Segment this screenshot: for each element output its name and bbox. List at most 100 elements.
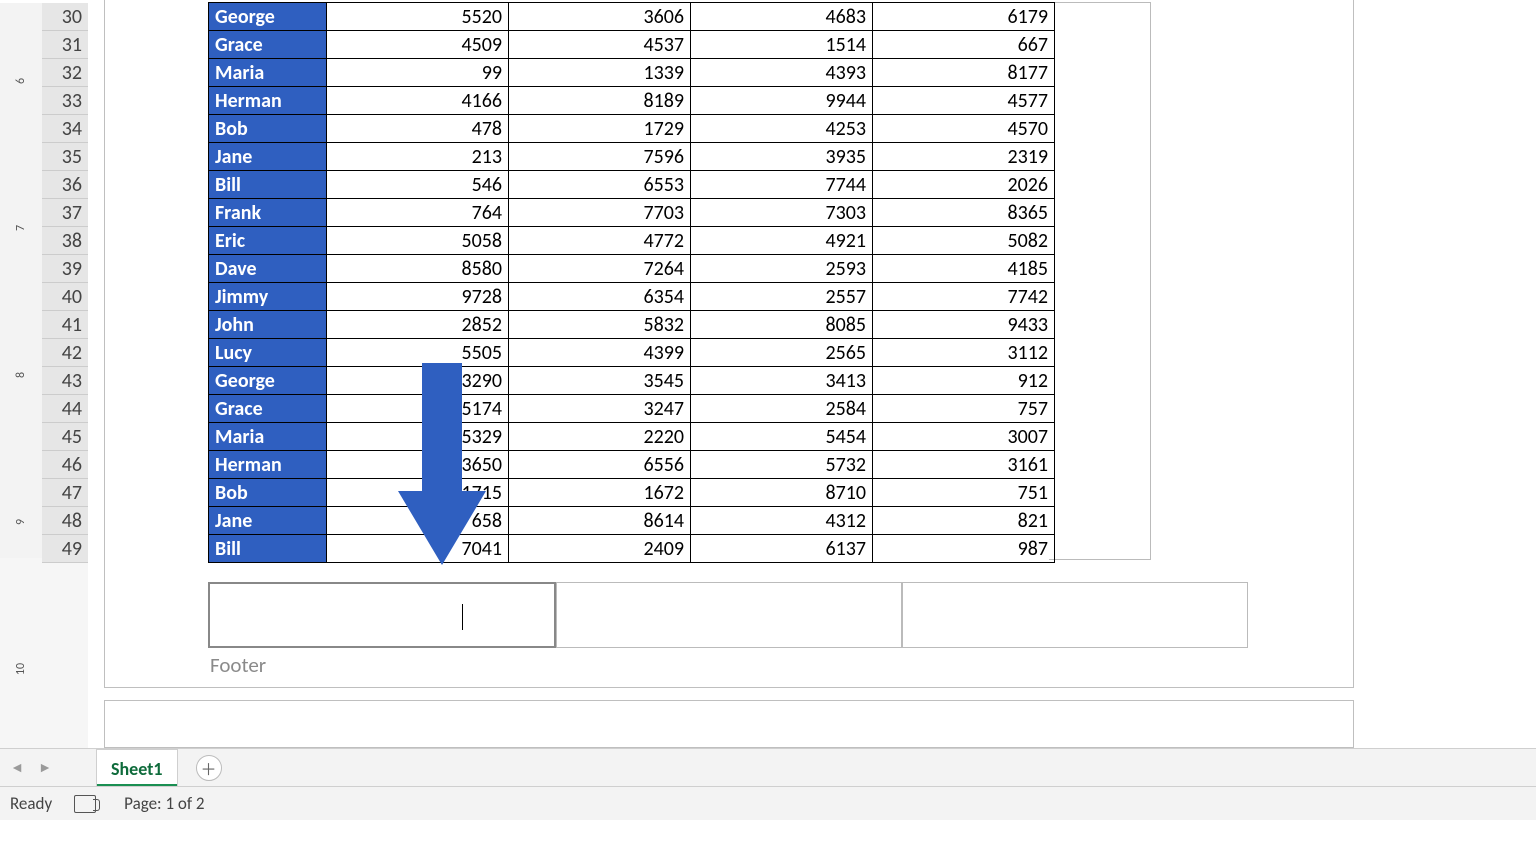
data-cell[interactable]: 5082 bbox=[873, 227, 1055, 255]
data-cell[interactable]: 2557 bbox=[691, 283, 873, 311]
data-cell[interactable]: 2409 bbox=[509, 535, 691, 563]
row-header[interactable]: 36 bbox=[42, 171, 88, 199]
name-cell[interactable]: Dave bbox=[209, 255, 327, 283]
table-row[interactable]: Lucy5505439925653112 bbox=[209, 339, 1055, 367]
data-cell[interactable]: 4185 bbox=[873, 255, 1055, 283]
table-row[interactable]: George5520360646836179 bbox=[209, 3, 1055, 31]
data-cell[interactable]: 7742 bbox=[873, 283, 1055, 311]
table-row[interactable]: Jane213759639352319 bbox=[209, 143, 1055, 171]
name-cell[interactable]: Maria bbox=[209, 59, 327, 87]
data-cell[interactable]: 3545 bbox=[509, 367, 691, 395]
table-row[interactable]: Maria5329222054543007 bbox=[209, 423, 1055, 451]
tab-nav-prev-button[interactable]: ◄ bbox=[6, 757, 28, 779]
table-row[interactable]: Jane65886144312821 bbox=[209, 507, 1055, 535]
row-header[interactable]: 40 bbox=[42, 283, 88, 311]
data-cell[interactable]: 7264 bbox=[509, 255, 691, 283]
data-cell[interactable]: 4577 bbox=[873, 87, 1055, 115]
data-cell[interactable]: 6354 bbox=[509, 283, 691, 311]
data-cell[interactable]: 658 bbox=[327, 507, 509, 535]
name-cell[interactable]: Bob bbox=[209, 115, 327, 143]
row-header[interactable]: 46 bbox=[42, 451, 88, 479]
data-cell[interactable]: 4537 bbox=[509, 31, 691, 59]
data-cell[interactable]: 4393 bbox=[691, 59, 873, 87]
footer-center-input[interactable] bbox=[556, 582, 902, 648]
data-cell[interactable]: 8365 bbox=[873, 199, 1055, 227]
add-sheet-button[interactable]: ＋ bbox=[196, 755, 222, 781]
data-cell[interactable]: 6137 bbox=[691, 535, 873, 563]
footer-left-input[interactable] bbox=[208, 582, 556, 648]
data-cell[interactable]: 5454 bbox=[691, 423, 873, 451]
row-header[interactable]: 41 bbox=[42, 311, 88, 339]
data-cell[interactable]: 5058 bbox=[327, 227, 509, 255]
row-header[interactable]: 45 bbox=[42, 423, 88, 451]
data-cell[interactable]: 6553 bbox=[509, 171, 691, 199]
data-cell[interactable]: 3650 bbox=[327, 451, 509, 479]
name-cell[interactable]: Herman bbox=[209, 87, 327, 115]
data-cell[interactable]: 5505 bbox=[327, 339, 509, 367]
name-cell[interactable]: Jane bbox=[209, 143, 327, 171]
data-cell[interactable]: 4253 bbox=[691, 115, 873, 143]
table-row[interactable]: Bob478172942534570 bbox=[209, 115, 1055, 143]
table-row[interactable]: John2852583280859433 bbox=[209, 311, 1055, 339]
data-cell[interactable]: 4921 bbox=[691, 227, 873, 255]
data-cell[interactable]: 4399 bbox=[509, 339, 691, 367]
data-cell[interactable]: 5329 bbox=[327, 423, 509, 451]
name-cell[interactable]: George bbox=[209, 367, 327, 395]
table-row[interactable]: Maria99133943938177 bbox=[209, 59, 1055, 87]
data-table[interactable]: George5520360646836179Grace4509453715146… bbox=[208, 2, 1055, 563]
data-cell[interactable]: 3290 bbox=[327, 367, 509, 395]
data-cell[interactable]: 1729 bbox=[509, 115, 691, 143]
data-cell[interactable]: 9944 bbox=[691, 87, 873, 115]
name-cell[interactable]: Eric bbox=[209, 227, 327, 255]
data-cell[interactable]: 9433 bbox=[873, 311, 1055, 339]
row-headers[interactable]: 3031323334353637383940414243444546474849 bbox=[42, 3, 88, 563]
table-row[interactable]: Herman3650655657323161 bbox=[209, 451, 1055, 479]
table-row[interactable]: Bill704124096137987 bbox=[209, 535, 1055, 563]
table-row[interactable]: Eric5058477249215082 bbox=[209, 227, 1055, 255]
name-cell[interactable]: George bbox=[209, 3, 327, 31]
row-header[interactable]: 35 bbox=[42, 143, 88, 171]
row-header[interactable]: 49 bbox=[42, 535, 88, 563]
name-cell[interactable]: Bill bbox=[209, 171, 327, 199]
row-header[interactable]: 38 bbox=[42, 227, 88, 255]
row-header[interactable]: 30 bbox=[42, 3, 88, 31]
name-cell[interactable]: Grace bbox=[209, 31, 327, 59]
table-row[interactable]: Grace450945371514667 bbox=[209, 31, 1055, 59]
data-cell[interactable]: 8710 bbox=[691, 479, 873, 507]
data-cell[interactable]: 667 bbox=[873, 31, 1055, 59]
row-header[interactable]: 48 bbox=[42, 507, 88, 535]
data-cell[interactable]: 2852 bbox=[327, 311, 509, 339]
table-row[interactable]: Dave8580726425934185 bbox=[209, 255, 1055, 283]
data-cell[interactable]: 1514 bbox=[691, 31, 873, 59]
data-cell[interactable]: 7703 bbox=[509, 199, 691, 227]
data-cell[interactable]: 4772 bbox=[509, 227, 691, 255]
data-cell[interactable]: 7744 bbox=[691, 171, 873, 199]
table-row[interactable]: Grace517432472584757 bbox=[209, 395, 1055, 423]
table-row[interactable]: George329035453413912 bbox=[209, 367, 1055, 395]
data-cell[interactable]: 912 bbox=[873, 367, 1055, 395]
data-cell[interactable]: 3247 bbox=[509, 395, 691, 423]
table-row[interactable]: Bill546655377442026 bbox=[209, 171, 1055, 199]
data-cell[interactable]: 7596 bbox=[509, 143, 691, 171]
data-cell[interactable]: 4166 bbox=[327, 87, 509, 115]
data-cell[interactable]: 8085 bbox=[691, 311, 873, 339]
sheet-tab[interactable]: Sheet1 bbox=[96, 749, 178, 787]
name-cell[interactable]: Jimmy bbox=[209, 283, 327, 311]
data-cell[interactable]: 1672 bbox=[509, 479, 691, 507]
data-cell[interactable]: 546 bbox=[327, 171, 509, 199]
data-cell[interactable]: 5832 bbox=[509, 311, 691, 339]
data-cell[interactable]: 5520 bbox=[327, 3, 509, 31]
row-header[interactable]: 37 bbox=[42, 199, 88, 227]
data-cell[interactable]: 6556 bbox=[509, 451, 691, 479]
data-cell[interactable]: 6179 bbox=[873, 3, 1055, 31]
table-empty-columns[interactable] bbox=[1049, 2, 1151, 560]
name-cell[interactable]: Jane bbox=[209, 507, 327, 535]
data-cell[interactable]: 757 bbox=[873, 395, 1055, 423]
data-cell[interactable]: 2319 bbox=[873, 143, 1055, 171]
data-cell[interactable]: 3935 bbox=[691, 143, 873, 171]
data-cell[interactable]: 2026 bbox=[873, 171, 1055, 199]
footer-right-input[interactable] bbox=[902, 582, 1248, 648]
data-cell[interactable]: 3161 bbox=[873, 451, 1055, 479]
data-cell[interactable]: 7303 bbox=[691, 199, 873, 227]
row-header[interactable]: 32 bbox=[42, 59, 88, 87]
